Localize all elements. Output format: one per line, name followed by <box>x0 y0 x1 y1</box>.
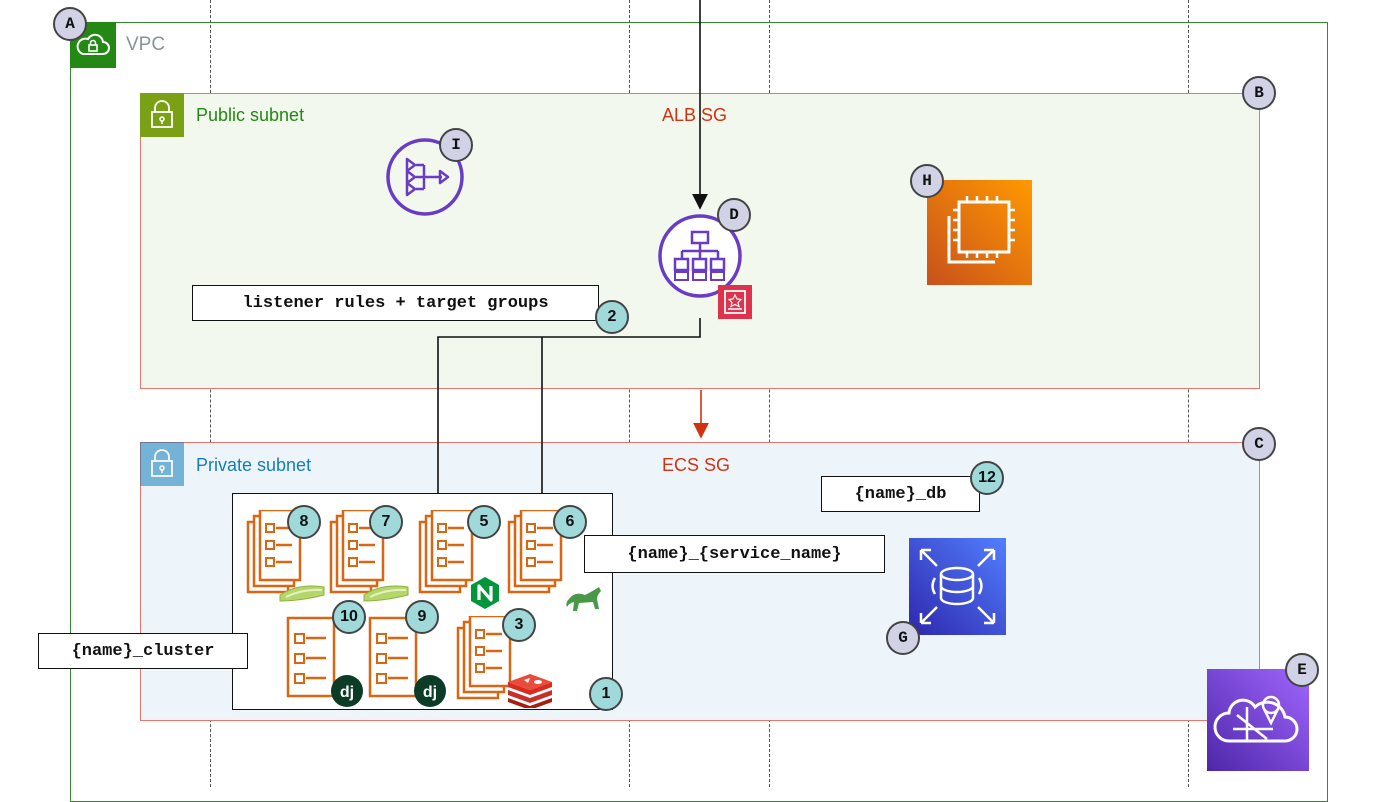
nat-gateway-letter-badge: I <box>439 128 473 162</box>
django-logo-icon: dj <box>413 674 447 708</box>
private-subnet-label: Private subnet <box>196 455 312 475</box>
listener-rules-label: listener rules + target groups <box>192 285 599 321</box>
public-subnet-letter-badge: B <box>1242 76 1276 110</box>
ecs-sg-label: ECS SG <box>662 455 731 475</box>
celery-worker-number-badge: 8 <box>287 505 321 539</box>
cloud-map-letter-badge: E <box>1285 653 1319 687</box>
service-name-label: {name}_{service_name} <box>584 535 885 573</box>
svg-text:dj: dj <box>423 684 437 701</box>
gunicorn-logo-icon <box>565 585 605 613</box>
ec2-instance-icon <box>927 180 1032 285</box>
db-name-label: {name}_db <box>821 476 980 512</box>
redis-logo-icon <box>506 668 554 708</box>
vpc-letter-badge: A <box>53 7 87 41</box>
db-number-badge: 12 <box>970 461 1004 495</box>
vpc-label: VPC <box>126 34 166 55</box>
django-b-number-badge: 10 <box>332 600 366 634</box>
nginx-number-badge: 5 <box>467 505 501 539</box>
public-subnet-label: Public subnet <box>196 105 305 125</box>
django-a-number-badge: 9 <box>405 600 439 634</box>
celery-beat-number-badge: 7 <box>369 505 403 539</box>
load-balancer-letter-badge: D <box>717 198 751 232</box>
private-subnet-letter-badge: C <box>1242 427 1276 461</box>
nginx-logo-icon <box>469 576 501 610</box>
django-logo-icon: dj <box>330 674 364 708</box>
cluster-name-label: {name}_cluster <box>38 633 248 669</box>
alb-sg-label: ALB SG <box>662 105 728 125</box>
rds-letter-badge: G <box>886 621 920 655</box>
gunicorn-number-badge: 6 <box>553 505 587 539</box>
public-subnet-lock-icon <box>140 93 184 137</box>
acm-certificate-icon <box>718 285 752 319</box>
ec2-letter-badge: H <box>910 164 944 198</box>
cluster-number-badge: 1 <box>589 677 623 711</box>
rds-database-icon <box>909 538 1006 635</box>
private-subnet-lock-icon <box>140 442 184 486</box>
redis-number-badge: 3 <box>502 608 536 642</box>
celery-logo-icon <box>362 581 412 603</box>
svg-text:dj: dj <box>340 684 354 701</box>
celery-logo-icon <box>278 581 328 603</box>
listener-number-badge: 2 <box>595 300 629 334</box>
